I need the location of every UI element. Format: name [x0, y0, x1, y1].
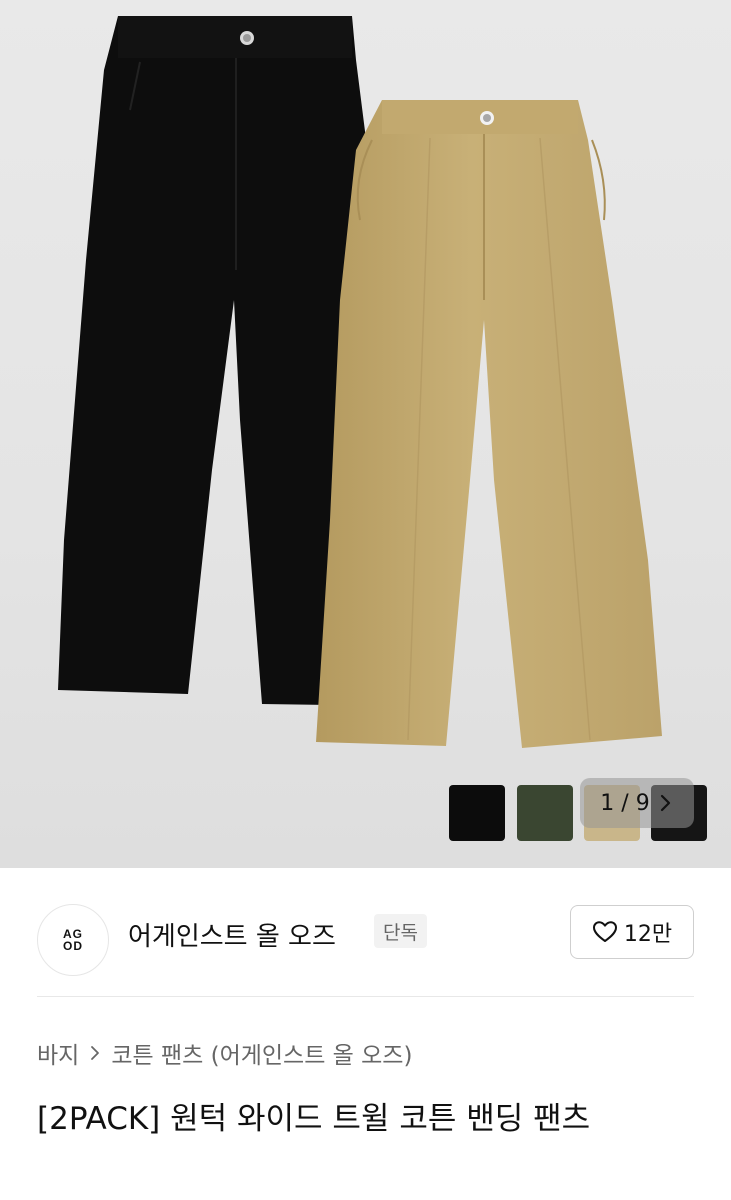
breadcrumb-item-category[interactable]: 바지	[37, 1036, 79, 1070]
product-photo	[58, 16, 662, 748]
like-count: 12만	[623, 922, 673, 947]
brand-row: AG OD 어게인스트 올 오즈 단독 12만	[0, 868, 731, 996]
exclusive-badge: 단독	[374, 914, 427, 948]
heart-outline-icon	[592, 921, 617, 942]
product-image-gallery[interactable]: 1 / 9	[0, 0, 731, 868]
product-title: [2PACK] 원턱 와이드 트윌 코튼 밴딩 팬츠	[37, 1101, 591, 1137]
khaki-pants-image	[316, 100, 662, 748]
color-swatch-black[interactable]	[449, 785, 505, 841]
color-swatch-khaki-green[interactable]	[517, 785, 573, 841]
image-counter-button[interactable]: 1 / 9	[580, 778, 694, 828]
breadcrumb: 바지 코튼 팬츠 (어게인스트 올 오즈)	[37, 1036, 412, 1070]
chevron-right-icon	[660, 794, 670, 812]
breadcrumb-item-subcategory[interactable]: 코튼 팬츠 (어게인스트 올 오즈)	[111, 1036, 412, 1070]
image-counter-text: 1 / 9	[600, 790, 650, 816]
divider	[37, 996, 694, 997]
chevron-right-icon	[91, 1046, 100, 1060]
brand-logo-bottom: OD	[63, 939, 83, 953]
like-button[interactable]: 12만	[570, 905, 694, 959]
brand-name-link[interactable]: 어게인스트 올 오즈	[128, 916, 336, 953]
brand-logo[interactable]: AG OD	[37, 904, 109, 976]
